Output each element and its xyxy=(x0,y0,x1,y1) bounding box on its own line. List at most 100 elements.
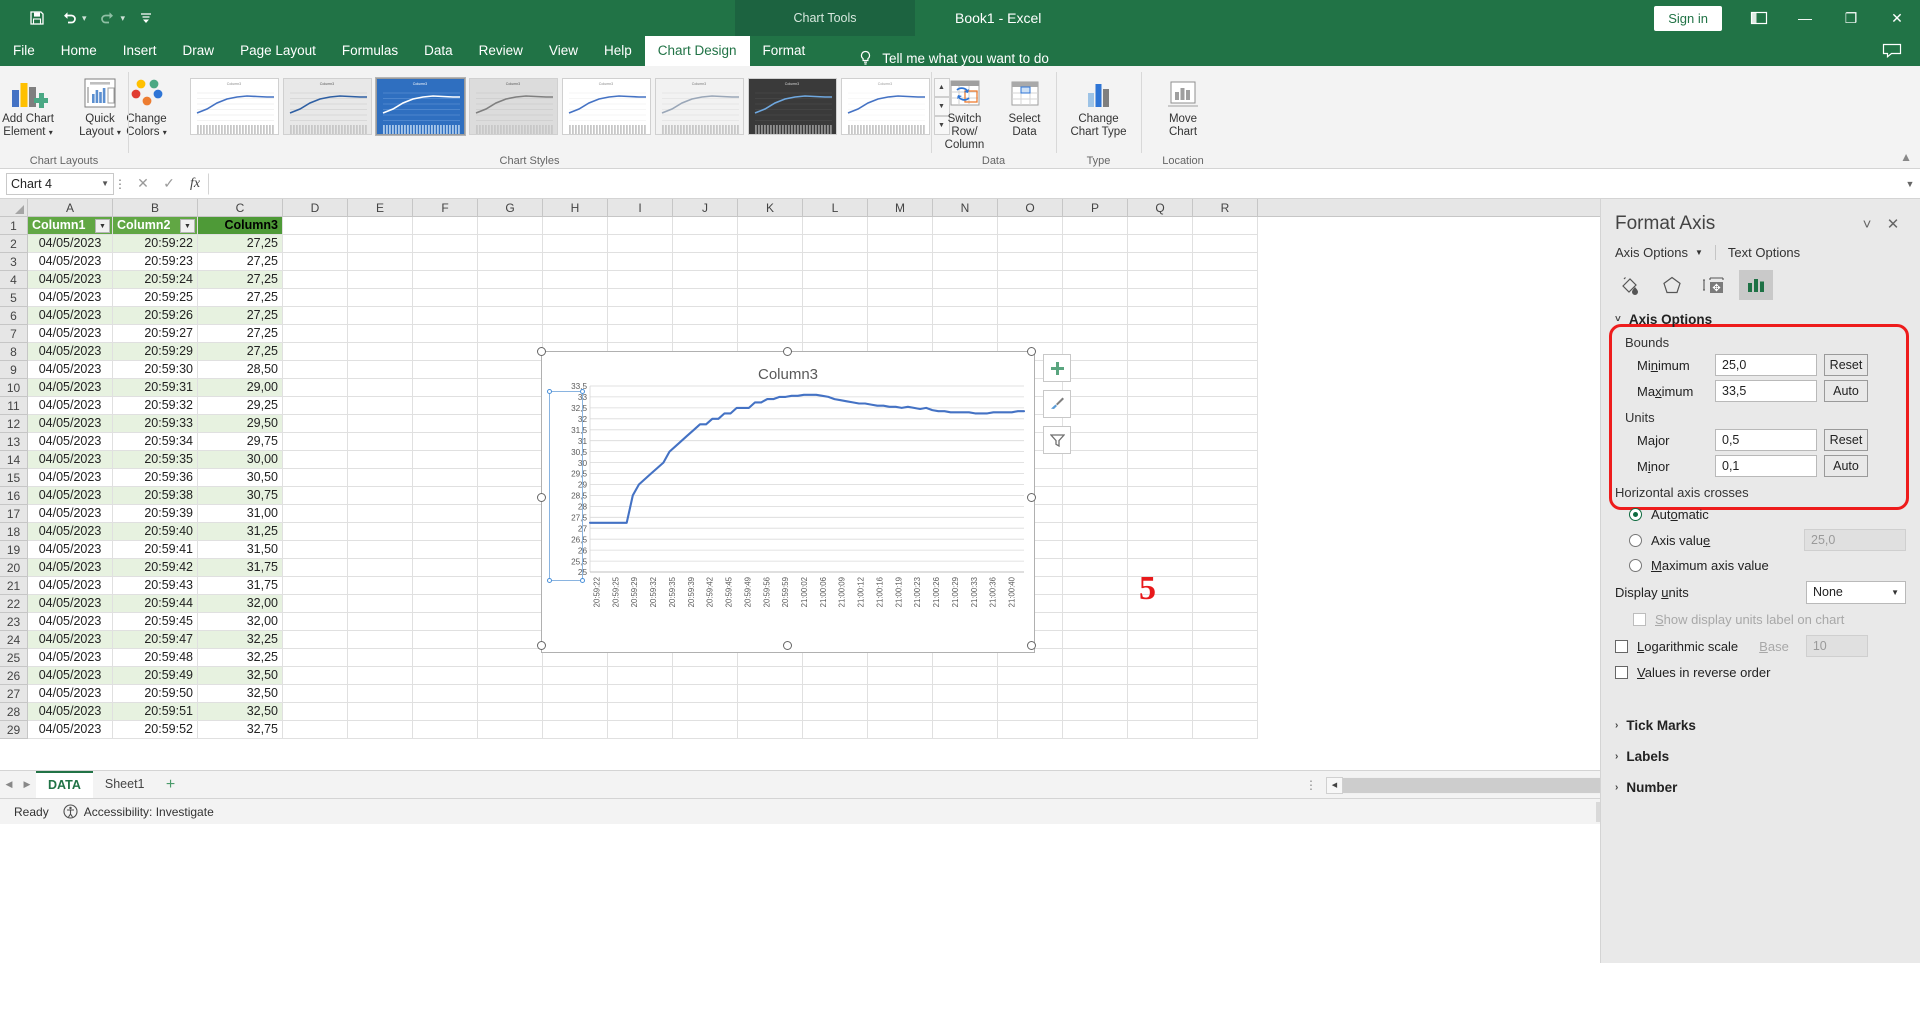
cell-B14[interactable]: 20:59:35 xyxy=(113,451,198,469)
cell-L28[interactable] xyxy=(803,703,868,721)
cell-B5[interactable]: 20:59:25 xyxy=(113,289,198,307)
cell-D28[interactable] xyxy=(283,703,348,721)
filter-button-B[interactable]: ▼ xyxy=(180,219,195,233)
cell-H27[interactable] xyxy=(543,685,608,703)
cell-L29[interactable] xyxy=(803,721,868,739)
value-axis-selection[interactable] xyxy=(547,389,585,583)
cell-E12[interactable] xyxy=(348,415,413,433)
cell-F19[interactable] xyxy=(413,541,478,559)
cell-B19[interactable]: 20:59:41 xyxy=(113,541,198,559)
cell-R21[interactable] xyxy=(1193,577,1258,595)
cell-E25[interactable] xyxy=(348,649,413,667)
row-header-12[interactable]: 12 xyxy=(0,415,27,433)
cell-A19[interactable]: 04/05/2023 xyxy=(28,541,113,559)
cell-G6[interactable] xyxy=(478,307,543,325)
cell-O3[interactable] xyxy=(998,253,1063,271)
cell-C25[interactable]: 32,25 xyxy=(198,649,283,667)
cell-E15[interactable] xyxy=(348,469,413,487)
redo-dropdown-icon[interactable]: ▾ xyxy=(121,13,126,24)
minimum-reset-button[interactable]: Reset xyxy=(1824,354,1868,376)
cell-I3[interactable] xyxy=(608,253,673,271)
cell-B11[interactable]: 20:59:32 xyxy=(113,397,198,415)
cell-N26[interactable] xyxy=(933,667,998,685)
cell-R22[interactable] xyxy=(1193,595,1258,613)
ribbon-tab-page-layout[interactable]: Page Layout xyxy=(227,36,329,66)
column-header-E[interactable]: E xyxy=(348,199,413,216)
cell-I28[interactable] xyxy=(608,703,673,721)
cell-D25[interactable] xyxy=(283,649,348,667)
cell-F1[interactable] xyxy=(413,217,478,235)
chart-filters-button[interactable] xyxy=(1043,426,1071,454)
cell-K6[interactable] xyxy=(738,307,803,325)
cell-B29[interactable]: 20:59:52 xyxy=(113,721,198,739)
cell-M4[interactable] xyxy=(868,271,933,289)
cell-D11[interactable] xyxy=(283,397,348,415)
cell-C9[interactable]: 28,50 xyxy=(198,361,283,379)
cell-D5[interactable] xyxy=(283,289,348,307)
cell-R26[interactable] xyxy=(1193,667,1258,685)
switch-row-column-button[interactable]: Switch Row/Column xyxy=(934,72,996,155)
undo-dropdown-icon[interactable]: ▾ xyxy=(82,13,87,24)
cell-D3[interactable] xyxy=(283,253,348,271)
cell-N2[interactable] xyxy=(933,235,998,253)
cell-D7[interactable] xyxy=(283,325,348,343)
cell-G2[interactable] xyxy=(478,235,543,253)
cell-A28[interactable]: 04/05/2023 xyxy=(28,703,113,721)
expand-formula-bar-icon[interactable]: ▼ xyxy=(1900,179,1920,189)
enter-icon[interactable]: ✓ xyxy=(156,175,182,192)
cell-M1[interactable] xyxy=(868,217,933,235)
cell-G13[interactable] xyxy=(478,433,543,451)
prev-sheet-button[interactable]: ▶ xyxy=(18,779,36,790)
cell-G21[interactable] xyxy=(478,577,543,595)
chevron-down-icon[interactable]: ˅ xyxy=(1615,314,1621,325)
cell-R18[interactable] xyxy=(1193,523,1258,541)
row-header-28[interactable]: 28 xyxy=(0,703,27,721)
axis-options-dropdown-icon[interactable]: ▼ xyxy=(1695,248,1703,257)
first-sheet-button[interactable]: ◀ xyxy=(0,779,18,790)
cell-R19[interactable] xyxy=(1193,541,1258,559)
chevron-right-icon[interactable]: › xyxy=(1615,782,1618,793)
cell-M7[interactable] xyxy=(868,325,933,343)
chart-style-thumb-6[interactable]: Column3 xyxy=(654,78,744,135)
cell-G4[interactable] xyxy=(478,271,543,289)
row-header-18[interactable]: 18 xyxy=(0,523,27,541)
cell-D4[interactable] xyxy=(283,271,348,289)
cell-P3[interactable] xyxy=(1063,253,1128,271)
cell-G29[interactable] xyxy=(478,721,543,739)
row-header-25[interactable]: 25 xyxy=(0,649,27,667)
cell-F16[interactable] xyxy=(413,487,478,505)
cell-I2[interactable] xyxy=(608,235,673,253)
cell-K5[interactable] xyxy=(738,289,803,307)
change-chart-type-button[interactable]: Change Chart Type xyxy=(1061,72,1137,142)
row-header-9[interactable]: 9 xyxy=(0,361,27,379)
cell-Q4[interactable] xyxy=(1128,271,1193,289)
cell-R9[interactable] xyxy=(1193,361,1258,379)
cell-D10[interactable] xyxy=(283,379,348,397)
cell-E21[interactable] xyxy=(348,577,413,595)
row-header-3[interactable]: 3 xyxy=(0,253,27,271)
sheet-tab-sheet1[interactable]: Sheet1 xyxy=(93,771,157,798)
undo-icon[interactable] xyxy=(54,4,84,32)
sign-in-button[interactable]: Sign in xyxy=(1654,5,1722,31)
insert-function-icon[interactable]: fx xyxy=(182,176,208,192)
cell-Q9[interactable] xyxy=(1128,361,1193,379)
cell-F6[interactable] xyxy=(413,307,478,325)
move-chart-button[interactable]: Move Chart xyxy=(1148,72,1218,142)
cell-B24[interactable]: 20:59:47 xyxy=(113,631,198,649)
column-header-K[interactable]: K xyxy=(738,199,803,216)
cell-Q20[interactable] xyxy=(1128,559,1193,577)
column-header-Q[interactable]: Q xyxy=(1128,199,1193,216)
cell-R16[interactable] xyxy=(1193,487,1258,505)
row-header-20[interactable]: 20 xyxy=(0,559,27,577)
cell-Q29[interactable] xyxy=(1128,721,1193,739)
cell-G22[interactable] xyxy=(478,595,543,613)
cell-K1[interactable] xyxy=(738,217,803,235)
change-colors-button[interactable]: Change Colors ▾ xyxy=(110,72,184,142)
cell-E28[interactable] xyxy=(348,703,413,721)
cell-B15[interactable]: 20:59:36 xyxy=(113,469,198,487)
cell-B6[interactable]: 20:59:26 xyxy=(113,307,198,325)
cell-F5[interactable] xyxy=(413,289,478,307)
cell-N27[interactable] xyxy=(933,685,998,703)
cell-R25[interactable] xyxy=(1193,649,1258,667)
radio-automatic[interactable] xyxy=(1629,508,1642,521)
